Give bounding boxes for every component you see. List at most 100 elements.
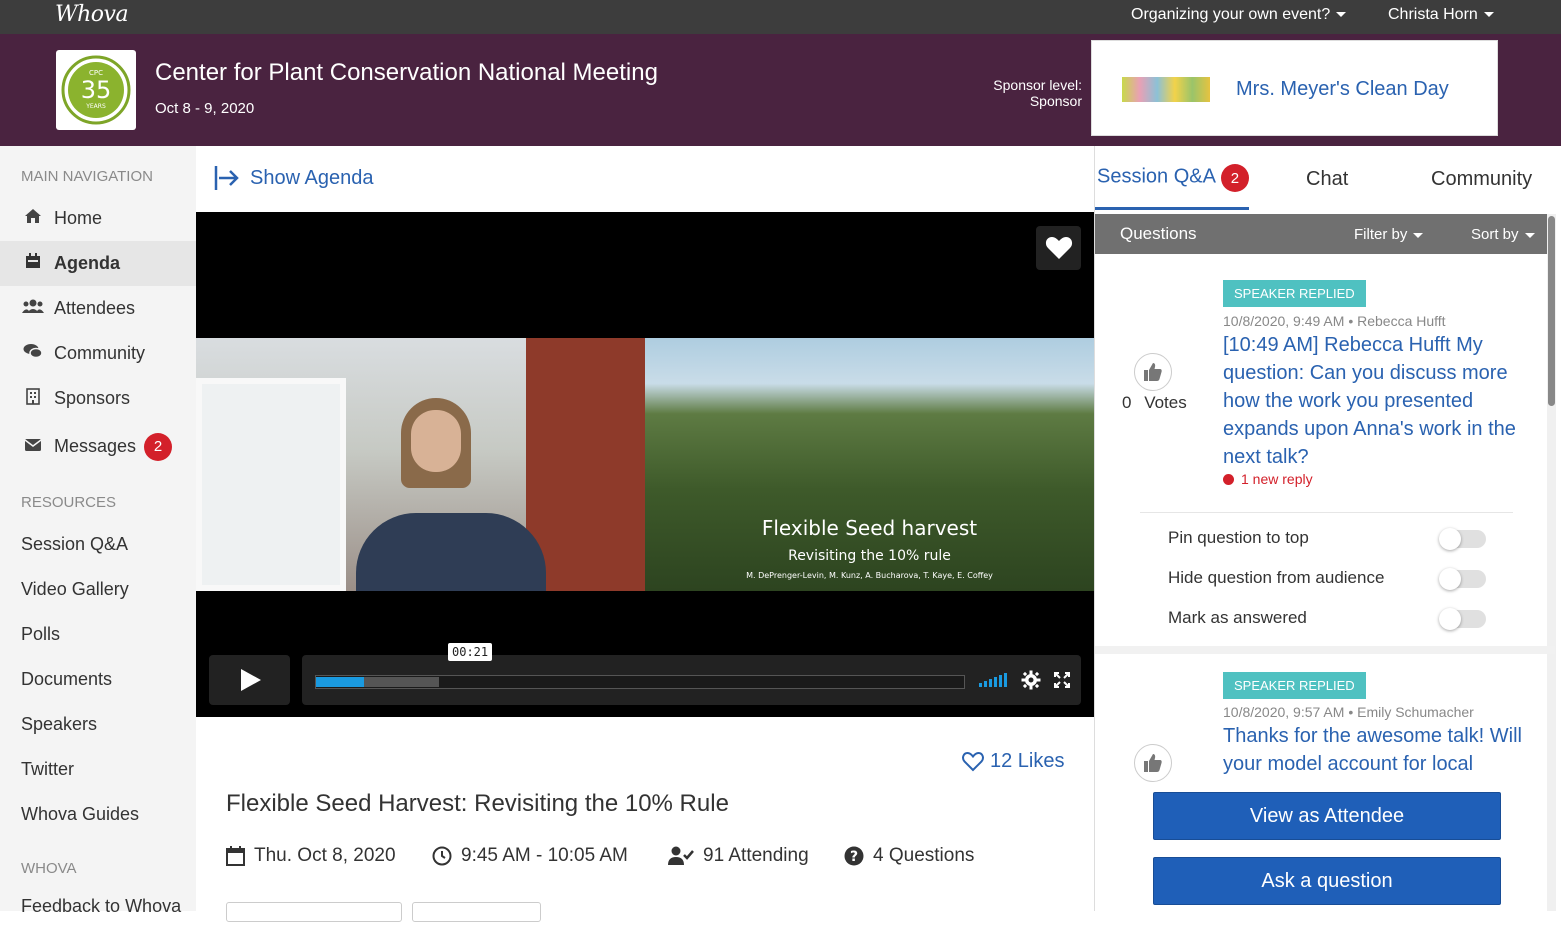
session-title: Flexible Seed Harvest: Revisiting the 10… bbox=[226, 790, 729, 817]
timecode-tooltip: 00:21 bbox=[448, 643, 493, 661]
caret-down-icon bbox=[1483, 12, 1494, 18]
sidebar-item-polls[interactable]: Polls bbox=[0, 612, 196, 657]
ask-question-button[interactable]: Ask a question bbox=[1153, 857, 1501, 905]
user-check-icon bbox=[668, 846, 694, 865]
session-tag[interactable] bbox=[412, 902, 541, 922]
slide-subtitle: Revisiting the 10% rule bbox=[788, 548, 951, 564]
questions-header: Questions Filter by Sort by bbox=[1095, 214, 1555, 254]
sidebar-item-community[interactable]: Community bbox=[0, 331, 196, 376]
view-as-attendee-button[interactable]: View as Attendee bbox=[1153, 792, 1501, 840]
seek-bar[interactable] bbox=[315, 675, 965, 689]
question-text[interactable]: [10:49 AM] Rebecca Hufft My question: Ca… bbox=[1223, 331, 1533, 471]
show-agenda-label: Show Agenda bbox=[250, 166, 374, 189]
new-reply-dot bbox=[1223, 473, 1234, 485]
caret-down-icon bbox=[1524, 232, 1535, 238]
pin-question-toggle[interactable] bbox=[1439, 528, 1486, 550]
sidebar-item-whova-guides[interactable]: Whova Guides bbox=[0, 792, 196, 837]
sort-by-label: Sort by bbox=[1471, 226, 1519, 243]
svg-text:YEARS: YEARS bbox=[85, 103, 106, 110]
fullscreen-icon[interactable] bbox=[1054, 672, 1070, 688]
top-bar: Whova Organizing your own event? Christa… bbox=[0, 0, 1561, 34]
caret-down-icon bbox=[1336, 12, 1347, 18]
sponsor-logo bbox=[1122, 77, 1210, 102]
sidebar-item-attendees[interactable]: Attendees bbox=[0, 286, 196, 331]
event-banner: CPC 35 YEARS Center for Plant Conservati… bbox=[0, 34, 1561, 146]
organize-event-label: Organizing your own event? bbox=[1131, 6, 1331, 23]
video-player[interactable]: Flexible Seed harvest Revisiting the 10%… bbox=[196, 212, 1094, 717]
session-tag[interactable] bbox=[226, 902, 402, 922]
speaker-video-frame bbox=[196, 338, 645, 591]
tab-label: Session Q&A bbox=[1097, 165, 1216, 188]
questions-scrollbar[interactable] bbox=[1547, 214, 1556, 911]
calendar-outline-icon bbox=[226, 846, 245, 866]
session-questions[interactable]: ? 4 Questions bbox=[844, 845, 974, 867]
sponsor-name[interactable]: Mrs. Meyer's Clean Day bbox=[1236, 78, 1449, 101]
sidebar-item-sponsors[interactable]: Sponsors bbox=[0, 376, 196, 421]
sponsor-level-label-line1: Sponsor level: bbox=[993, 77, 1082, 93]
whova-logo[interactable]: Whova bbox=[55, 2, 129, 27]
organize-event-menu[interactable]: Organizing your own event? bbox=[1131, 6, 1347, 24]
messages-count-badge: 2 bbox=[144, 432, 173, 461]
event-title: Center for Plant Conservation National M… bbox=[155, 59, 658, 86]
sidebar-item-documents[interactable]: Documents bbox=[0, 657, 196, 702]
tab-session-qa[interactable]: Session Q&A 2 bbox=[1097, 164, 1249, 192]
sort-by-dropdown[interactable]: Sort by bbox=[1471, 226, 1535, 243]
sidebar-item-messages[interactable]: Messages 2 bbox=[0, 424, 196, 469]
sidebar-item-label: Sponsors bbox=[54, 388, 131, 408]
session-date-label: Thu. Oct 8, 2020 bbox=[254, 845, 396, 866]
filter-by-dropdown[interactable]: Filter by bbox=[1354, 226, 1424, 243]
caret-down-icon bbox=[1413, 232, 1424, 238]
sidebar-item-twitter[interactable]: Twitter bbox=[0, 747, 196, 792]
new-reply-indicator[interactable]: 1 new reply bbox=[1223, 471, 1313, 487]
new-reply-label: 1 new reply bbox=[1241, 471, 1313, 487]
settings-gear-icon[interactable] bbox=[1021, 670, 1041, 690]
played-progress bbox=[316, 677, 364, 687]
filter-by-label: Filter by bbox=[1354, 226, 1408, 243]
hide-question-toggle[interactable] bbox=[1439, 568, 1486, 590]
building-icon bbox=[22, 387, 44, 410]
session-attending-label: 91 Attending bbox=[703, 845, 809, 866]
section-main-navigation: MAIN NAVIGATION bbox=[21, 168, 153, 185]
active-tab-indicator bbox=[1095, 207, 1249, 210]
sidebar-item-feedback[interactable]: Feedback to Whova bbox=[0, 884, 196, 929]
mark-answered-label: Mark as answered bbox=[1168, 608, 1307, 627]
user-menu[interactable]: Christa Horn bbox=[1388, 6, 1494, 24]
questions-title: Questions bbox=[1120, 224, 1197, 243]
clock-icon bbox=[432, 846, 452, 866]
sidebar-item-home[interactable]: Home bbox=[0, 196, 196, 241]
sidebar-item-agenda[interactable]: Agenda bbox=[0, 241, 196, 286]
show-agenda-link[interactable]: Show Agenda bbox=[213, 164, 373, 192]
section-whova: WHOVA bbox=[21, 860, 77, 877]
slide-title: Flexible Seed harvest bbox=[761, 516, 978, 540]
svg-text:?: ? bbox=[850, 849, 858, 865]
tab-chat[interactable]: Chat bbox=[1306, 168, 1348, 191]
sponsor-level-label-line2: Sponsor bbox=[1029, 93, 1082, 109]
progress-bar-container: 00:21 bbox=[302, 643, 1081, 705]
session-side-panel: Session Q&A 2 Chat Community Questions Fi… bbox=[1094, 146, 1561, 911]
chat-bubbles-icon bbox=[22, 343, 44, 364]
sponsor-card[interactable]: Mrs. Meyer's Clean Day bbox=[1091, 40, 1498, 136]
user-name: Christa Horn bbox=[1388, 6, 1478, 23]
scrollbar-thumb[interactable] bbox=[1548, 216, 1555, 406]
mark-answered-toggle[interactable] bbox=[1439, 608, 1486, 630]
upvote-button[interactable] bbox=[1134, 744, 1172, 782]
speaker-replied-tag: SPEAKER REPLIED bbox=[1223, 672, 1366, 699]
likes-link[interactable]: 12 Likes bbox=[962, 750, 1065, 773]
play-button[interactable] bbox=[209, 655, 290, 705]
volume-icon[interactable] bbox=[979, 673, 1007, 687]
question-text[interactable]: Thanks for the awesome talk! Will your m… bbox=[1223, 722, 1533, 778]
tab-community[interactable]: Community bbox=[1431, 168, 1532, 191]
section-resources: RESOURCES bbox=[21, 494, 117, 511]
sponsor-level-label: Sponsor level: Sponsor bbox=[960, 77, 1082, 109]
upvote-button[interactable] bbox=[1134, 353, 1172, 391]
background-window bbox=[196, 378, 346, 591]
sidebar-item-session-qa[interactable]: Session Q&A bbox=[0, 522, 196, 567]
session-attending[interactable]: 91 Attending bbox=[668, 845, 809, 867]
sidebar-item-speakers[interactable]: Speakers bbox=[0, 702, 196, 747]
event-logo: CPC 35 YEARS bbox=[56, 50, 136, 130]
sidebar-item-video-gallery[interactable]: Video Gallery bbox=[0, 567, 196, 612]
session-questions-label: 4 Questions bbox=[873, 845, 975, 866]
favorite-button[interactable] bbox=[1036, 226, 1081, 270]
question-circle-icon: ? bbox=[844, 846, 864, 866]
play-icon bbox=[240, 669, 261, 691]
